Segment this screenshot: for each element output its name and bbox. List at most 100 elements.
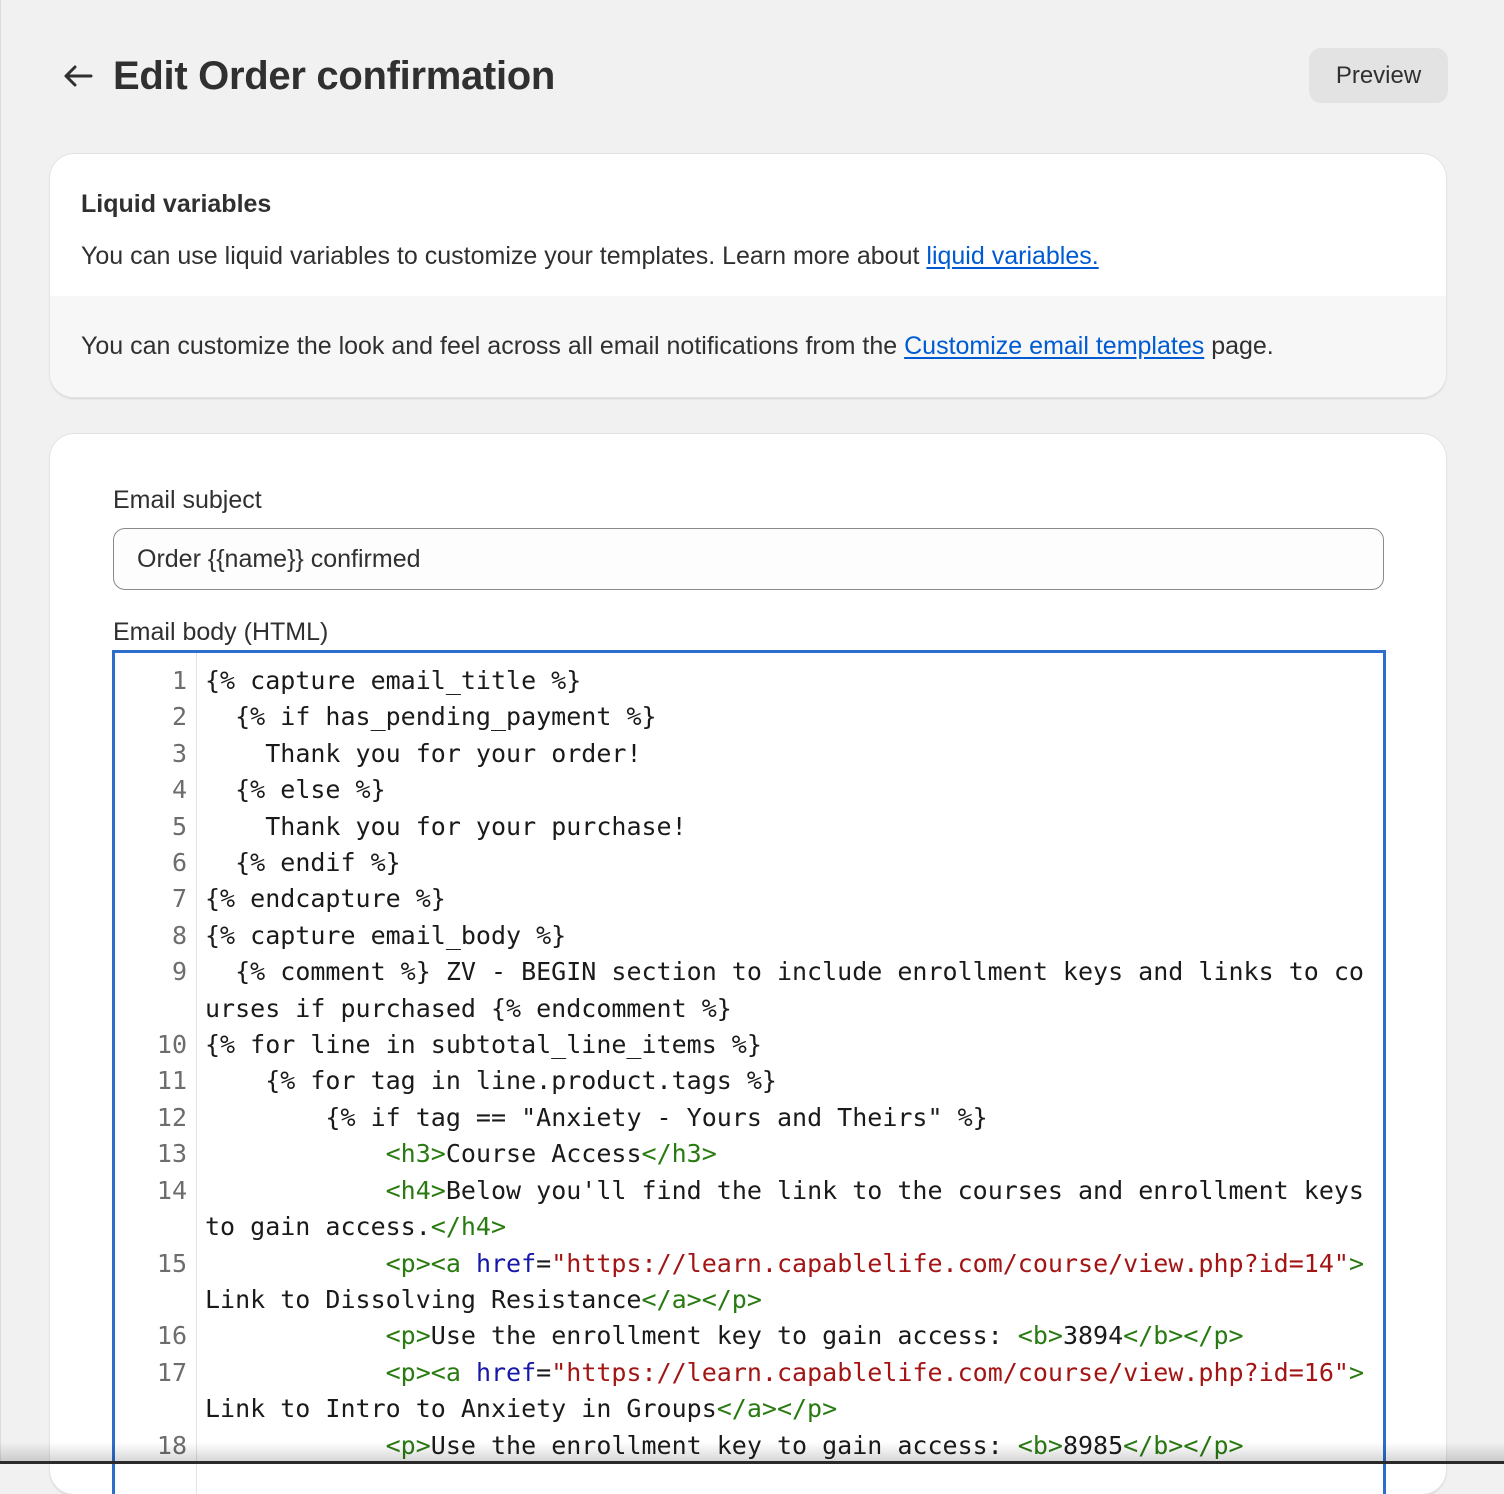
- code-text: {% endif %}: [205, 845, 1383, 881]
- code-token: </b></p>: [1123, 1321, 1244, 1351]
- code-text: {% capture email_body %}: [205, 918, 1383, 954]
- code-text: <p>Use the enrollment key to gain access…: [205, 1318, 1383, 1354]
- code-line: 7 {% endcapture %}: [115, 881, 1383, 917]
- code-token: <h4>: [385, 1175, 446, 1205]
- code-line: 6 {% endif %}: [115, 845, 1383, 881]
- code-text: <h4>Below you'll find the link to the co…: [205, 1173, 1383, 1246]
- code-token: </h3>: [641, 1139, 717, 1169]
- code-token: Use the enrollment key to gain access:: [430, 1321, 1018, 1351]
- line-number: 5: [171, 811, 187, 841]
- code-line: 3 Thank you for your order!: [115, 736, 1383, 772]
- line-number: 7: [171, 884, 187, 914]
- code-text: {% endcapture %}: [205, 881, 1383, 917]
- code-token: {% if has_pending_payment %}: [205, 702, 657, 732]
- line-number: 18: [156, 1430, 187, 1460]
- code-token: href: [475, 1357, 537, 1387]
- code-line: 18 <p>Use the enrollment key to gain acc…: [115, 1428, 1383, 1464]
- line-number: 10: [156, 1030, 187, 1060]
- code-token: </a></p>: [641, 1284, 762, 1314]
- code-text: {% comment %} ZV - BEGIN section to incl…: [205, 954, 1383, 1027]
- code-line: 1 {% capture email_title %}: [115, 663, 1383, 699]
- line-number: 14: [156, 1175, 187, 1205]
- code-text: {% capture email_title %}: [205, 663, 1383, 699]
- line-number: 17: [156, 1357, 187, 1387]
- line-number: 4: [171, 775, 187, 805]
- code-text: <p><a href="https://learn.capablelife.co…: [205, 1355, 1383, 1428]
- email-subject-input[interactable]: [113, 528, 1384, 590]
- code-line: 12 {% if tag == "Anxiety - Yours and The…: [115, 1100, 1383, 1136]
- code-line: 5 Thank you for your purchase!: [115, 809, 1383, 845]
- code-token: {% capture email_title %}: [205, 666, 582, 695]
- code-line: 4 {% else %}: [115, 772, 1383, 808]
- code-text: Thank you for your purchase!: [205, 809, 1383, 845]
- preview-button[interactable]: Preview: [1309, 48, 1448, 103]
- back-button[interactable]: [60, 56, 96, 96]
- code-token: Use the enrollment key to gain access:: [430, 1430, 1018, 1460]
- page-title: Edit Order confirmation: [113, 54, 556, 98]
- line-number: 6: [171, 848, 187, 878]
- code-token: {% comment %} ZV - BEGIN section to incl…: [205, 957, 1364, 1023]
- arrow-left-icon: [64, 65, 93, 87]
- code-token: <p>: [385, 1430, 431, 1460]
- code-token: =: [536, 1357, 552, 1387]
- code-token: Thank you for your order!: [205, 738, 642, 768]
- liquid-variables-description: You can use liquid variables to customiz…: [81, 242, 1099, 271]
- code-token: =: [536, 1248, 552, 1278]
- customize-text-before: You can customize the look and feel acro…: [81, 332, 905, 360]
- liquid-variables-link[interactable]: liquid variables.: [926, 242, 1098, 270]
- line-number: 3: [171, 738, 187, 768]
- code-token: 3894: [1062, 1321, 1124, 1351]
- code-text: <p>Use the enrollment key to gain access…: [205, 1428, 1383, 1464]
- code-token: {% if tag == "Anxiety - Yours and Theirs…: [205, 1102, 988, 1132]
- code-token: <b>: [1017, 1430, 1063, 1460]
- code-token: {% endcapture %}: [205, 884, 446, 914]
- email-body-code-editor[interactable]: 1 {% capture email_title %} 2 {% if has_pe…: [112, 650, 1386, 1494]
- left-divider: [0, 0, 1, 1464]
- liquid-variables-text: You can use liquid variables to customiz…: [81, 242, 927, 270]
- liquid-variables-card: Liquid variables You can use liquid vari…: [50, 154, 1446, 397]
- code-token: "https://learn.capablelife.com/course/vi…: [551, 1248, 1349, 1278]
- code-token: </a></p>: [716, 1394, 838, 1424]
- code-token: Link to Dissolving Resistance: [205, 1284, 642, 1314]
- code-content: 1 {% capture email_title %} 2 {% if has_pe…: [115, 663, 1383, 1464]
- code-token: {% capture email_body %}: [205, 920, 567, 950]
- code-token: <p><a: [385, 1357, 476, 1387]
- code-token: >: [1348, 1357, 1364, 1387]
- email-template-card: Email subject Email body (HTML) 1 {% capt…: [50, 434, 1446, 1494]
- page-header: Edit Order confirmation Preview: [60, 48, 1448, 104]
- code-token: {% for line in subtotal_line_items %}: [205, 1030, 762, 1060]
- code-line: 10 {% for line in subtotal_line_items %}: [115, 1027, 1383, 1063]
- code-token: 8985: [1062, 1430, 1124, 1460]
- code-token: <p><a: [385, 1248, 476, 1278]
- line-number: 11: [156, 1066, 187, 1096]
- code-token: href: [475, 1248, 537, 1278]
- code-token: <h3>: [385, 1139, 446, 1169]
- code-token: "https://learn.capablelife.com/course/vi…: [551, 1357, 1349, 1387]
- code-token: >: [1348, 1248, 1364, 1278]
- code-text: <h3>Course Access</h3>: [205, 1136, 1383, 1172]
- code-line: 9 {% comment %} ZV - BEGIN section to in…: [115, 954, 1383, 1027]
- customize-text-after: page.: [1204, 332, 1274, 360]
- code-token: {% endif %}: [205, 848, 401, 878]
- code-text: <p><a href="https://learn.capablelife.co…: [205, 1246, 1383, 1319]
- code-token: <b>: [1017, 1321, 1063, 1351]
- code-line: 16 <p>Use the enrollment key to gain acc…: [115, 1318, 1383, 1354]
- line-number: 2: [171, 702, 187, 732]
- customize-email-templates-link[interactable]: Customize email templates: [904, 332, 1204, 360]
- liquid-variables-section: Liquid variables You can use liquid vari…: [50, 154, 1446, 296]
- code-token: {% for tag in line.product.tags %}: [205, 1066, 777, 1096]
- code-line: 14 <h4>Below you'll find the link to the…: [115, 1173, 1383, 1246]
- line-number: 1: [171, 666, 187, 695]
- line-number: 12: [156, 1102, 187, 1132]
- code-token: Thank you for your purchase!: [205, 811, 687, 841]
- line-number: 8: [171, 920, 187, 950]
- customize-templates-section: You can customize the look and feel acro…: [50, 296, 1446, 397]
- code-line: 2 {% if has_pending_payment %}: [115, 699, 1383, 735]
- code-token: Link to Intro to Anxiety in Groups: [205, 1394, 717, 1424]
- code-text: Thank you for your order!: [205, 736, 1383, 772]
